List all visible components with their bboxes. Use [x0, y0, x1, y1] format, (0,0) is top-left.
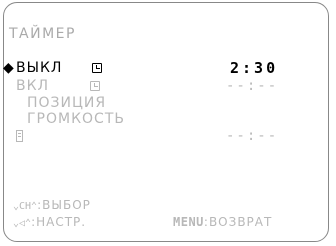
vol-updown-key-icon: ⌄◁⌃ [13, 218, 32, 229]
selector-marker: ◆ [3, 60, 15, 76]
menu-item-off-timer-label[interactable]: ВЫКЛ [16, 60, 62, 76]
menu-title: ТАЙМЕР [9, 26, 76, 42]
footer-select-hint: ⌄CH⌃:ВЫБОР [13, 197, 91, 215]
on-timer-value[interactable]: --:-- [226, 78, 278, 94]
menu-item-position[interactable]: ПОЗИЦИЯ [27, 95, 106, 111]
footer-return-hint: MENU:ВОЗВРАТ [173, 214, 272, 230]
footer-adjust-label: :НАСТР. [31, 215, 87, 229]
footer-select-label: :ВЫБОР [37, 198, 91, 212]
menu-item-on-timer-label[interactable]: ВКЛ [16, 78, 49, 94]
footer-adjust-hint: ⌄◁⌃:НАСТР. [13, 214, 86, 232]
extra-timer-value[interactable]: --:-- [226, 128, 278, 144]
off-timer-value[interactable]: 2:30 [230, 60, 278, 76]
footer-return-label: :ВОЗВРАТ [203, 215, 273, 229]
menu-key-label: MENU [173, 215, 204, 229]
ch-updown-key-icon: ⌄CH⌃ [13, 201, 38, 212]
clock-icon [92, 63, 102, 73]
menu-item-volume[interactable]: ГРОМКОСТЬ [27, 111, 125, 127]
clock-icon [90, 81, 100, 91]
reserve-icon [16, 130, 23, 142]
